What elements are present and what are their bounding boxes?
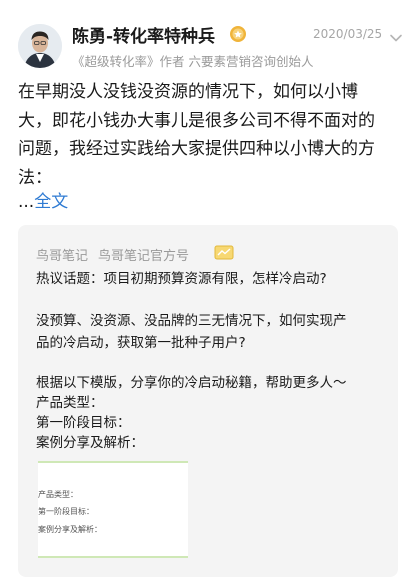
thumbnail-text: 产品类型： [38, 490, 78, 499]
book-icon [214, 245, 234, 260]
card-text-line: 根据以下模版，分享你的冷启动秘籍，帮助更多人～ [36, 375, 347, 391]
card-topic-line: 热议话题：项目初期预算资源有限，怎样冷启动? [36, 271, 327, 287]
ellipsis: ... [18, 192, 35, 212]
body-line: 大，即花小钱办大事儿是很多公司不得不面对的 [18, 110, 375, 131]
thumbnail-text: 第一阶段目标： [38, 507, 94, 516]
body-line: 问题，我经过实践给大家提供四种以小博大的方 [18, 139, 375, 159]
post-body: 在早期没人没钱没资源的情况下，如何以小博 大，即花小钱办大事儿是很多公司不得不面… [18, 78, 403, 192]
avatar[interactable] [18, 24, 62, 68]
body-line: 法： [18, 167, 52, 188]
card-account-name[interactable]: 鸟哥笔记官方号 [98, 249, 189, 264]
card-image-thumbnail[interactable]: 产品类型： 第一阶段目标： 案例分享及解析： [38, 461, 188, 558]
chevron-down-icon[interactable] [389, 28, 403, 42]
shared-post-card[interactable]: 鸟哥笔记 鸟哥笔记官方号 热议话题：项目初期预算资源有限，怎样冷启动? 没预算、没… [18, 225, 398, 577]
read-more-row: ...全文 [18, 190, 68, 214]
card-text-line: 第一阶段目标： [36, 415, 131, 431]
author-name[interactable]: 陈勇-转化率特种兵 [72, 22, 215, 47]
card-source-name[interactable]: 鸟哥笔记 [36, 249, 88, 264]
avatar-image [18, 24, 62, 68]
card-text-line: 产品类型： [36, 395, 104, 411]
card-header: 鸟哥笔记 鸟哥笔记官方号 [36, 245, 189, 264]
card-text-line: 品的冷启动，获取第一批种子用户? [36, 335, 246, 351]
author-subtitle: 《超级转化率》作者 六要素营销咨询创始人 [72, 54, 314, 69]
thumbnail-text: 案例分享及解析： [38, 525, 102, 534]
card-text-line: 案例分享及解析： [36, 435, 144, 451]
full-text-link[interactable]: 全文 [34, 192, 68, 212]
body-line: 在早期没人没钱没资源的情况下，如何以小博 [18, 82, 358, 102]
post-date: 2020/03/25 [313, 27, 383, 41]
card-text-line: 没预算、没资源、没品牌的三无情况下，如何实现产 [36, 313, 347, 329]
post-header: 陈勇-转化率特种兵 2020/03/25 《超级转化率》作者 六要素营销咨询创始… [0, 0, 416, 72]
verified-badge-icon [229, 25, 247, 43]
